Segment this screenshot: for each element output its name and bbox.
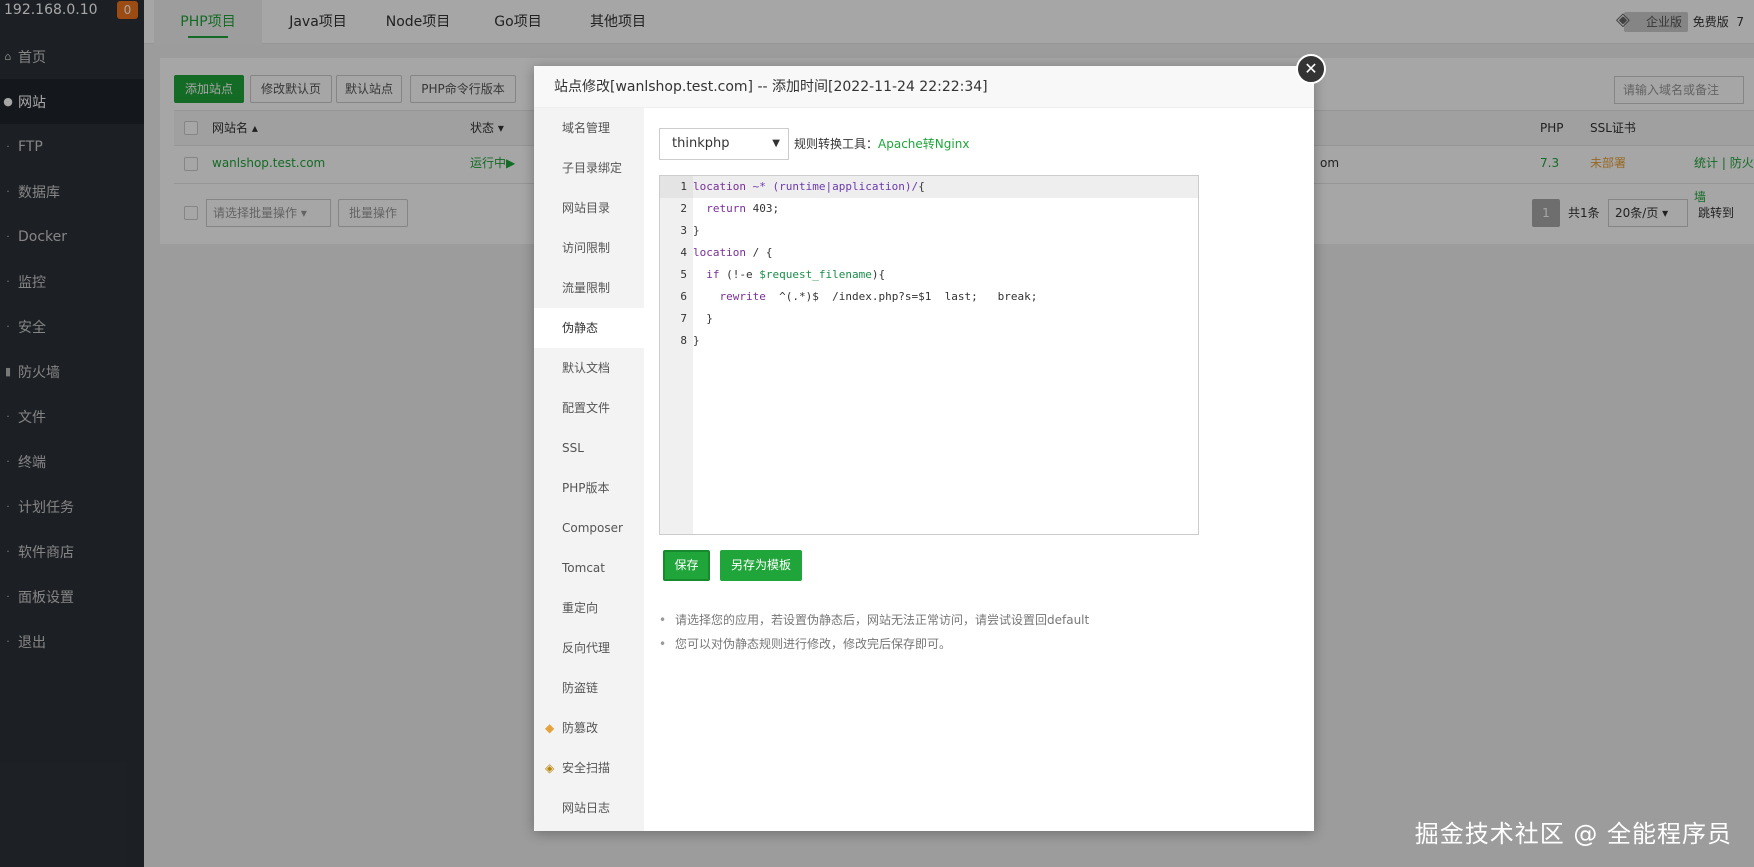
modal-title: 站点修改[wanlshop.test.com] -- 添加时间[2022-11-… (534, 66, 1314, 108)
code-line-4: location / { (693, 246, 773, 259)
nav-security-scan[interactable]: ◈ 安全扫描 (534, 748, 644, 788)
chevron-down-icon: ▼ (772, 138, 780, 149)
nav-redirect[interactable]: 重定向 (534, 588, 644, 628)
line-number: 2 (680, 202, 687, 215)
line-number: 8 (680, 334, 687, 347)
nav-ssl[interactable]: SSL (534, 428, 644, 468)
nav-reverse-proxy[interactable]: 反向代理 (534, 628, 644, 668)
code-line-3: } (693, 224, 700, 237)
line-number-gutter: 1 2 3 4 5 6 7 8 (660, 176, 693, 534)
nav-hotlink-protect[interactable]: 防盗链 (534, 668, 644, 708)
watermark-text: 掘金技术社区 @ 全能程序员 (1414, 820, 1732, 848)
tip-item: 请选择您的应用，若设置伪静态后，网站无法正常访问，请尝试设置回default (659, 608, 1089, 632)
nav-tamper-protect[interactable]: ◆ 防篡改 (534, 708, 644, 748)
save-button[interactable]: 保存 (663, 550, 710, 581)
nav-traffic-limit[interactable]: 流量限制 (534, 268, 644, 308)
diamond-icon: ◆ (545, 721, 555, 735)
nav-subdir-bind[interactable]: 子目录绑定 (534, 148, 644, 188)
nav-default-doc[interactable]: 默认文档 (534, 348, 644, 388)
code-line-8: } (693, 334, 700, 347)
nav-domain-manage[interactable]: 域名管理 (534, 108, 644, 148)
site-edit-modal: 站点修改[wanlshop.test.com] -- 添加时间[2022-11-… (534, 66, 1314, 831)
line-number: 6 (680, 290, 687, 303)
rewrite-tips: 请选择您的应用，若设置伪静态后，网站无法正常访问，请尝试设置回default 您… (659, 608, 1089, 656)
rewrite-code-editor[interactable]: 1 2 3 4 5 6 7 8 location ~* (runtime|app… (659, 175, 1199, 535)
rewrite-panel: thinkphp ▼ 规则转换工具：Apache转Nginx 1 2 3 4 5 … (644, 108, 1314, 831)
code-line-5: if (!-e $request_filename){ (706, 268, 886, 281)
nav-tomcat[interactable]: Tomcat (534, 548, 644, 588)
save-as-template-button[interactable]: 另存为模板 (720, 550, 802, 581)
rule-convert-tool: 规则转换工具：Apache转Nginx (794, 137, 970, 151)
nav-access-limit[interactable]: 访问限制 (534, 228, 644, 268)
line-number: 1 (660, 176, 693, 198)
code-line-7: } (693, 312, 713, 325)
code-line-2: return 403; (706, 202, 780, 215)
nav-site-dir[interactable]: 网站目录 (534, 188, 644, 228)
modal-close-button[interactable]: ✕ (1296, 54, 1326, 84)
tip-item: 您可以对伪静态规则进行修改，修改完后保存即可。 (659, 632, 1089, 656)
modal-nav: 域名管理 子目录绑定 网站目录 访问限制 流量限制 伪静态 默认文档 配置文件 … (534, 108, 644, 831)
diamond-icon: ◈ (545, 761, 555, 775)
nav-php-version[interactable]: PHP版本 (534, 468, 644, 508)
nav-rewrite[interactable]: 伪静态 (534, 308, 644, 348)
rewrite-rule-select[interactable]: thinkphp ▼ (659, 128, 789, 160)
code-content[interactable]: location ~* (runtime|application)/{ retu… (693, 176, 1198, 352)
nav-site-log[interactable]: 网站日志 (534, 788, 644, 828)
line-number: 7 (680, 312, 687, 325)
code-line-1: location ~* (runtime|application)/{ (693, 176, 1198, 198)
nav-composer[interactable]: Composer (534, 508, 644, 548)
line-number: 4 (680, 246, 687, 259)
apache-to-nginx-link[interactable]: Apache转Nginx (878, 137, 969, 151)
code-line-6: rewrite ^(.*)$ /index.php?s=$1 last; bre… (719, 290, 1038, 303)
nav-config-file[interactable]: 配置文件 (534, 388, 644, 428)
line-number: 5 (680, 268, 687, 281)
line-number: 3 (680, 224, 687, 237)
